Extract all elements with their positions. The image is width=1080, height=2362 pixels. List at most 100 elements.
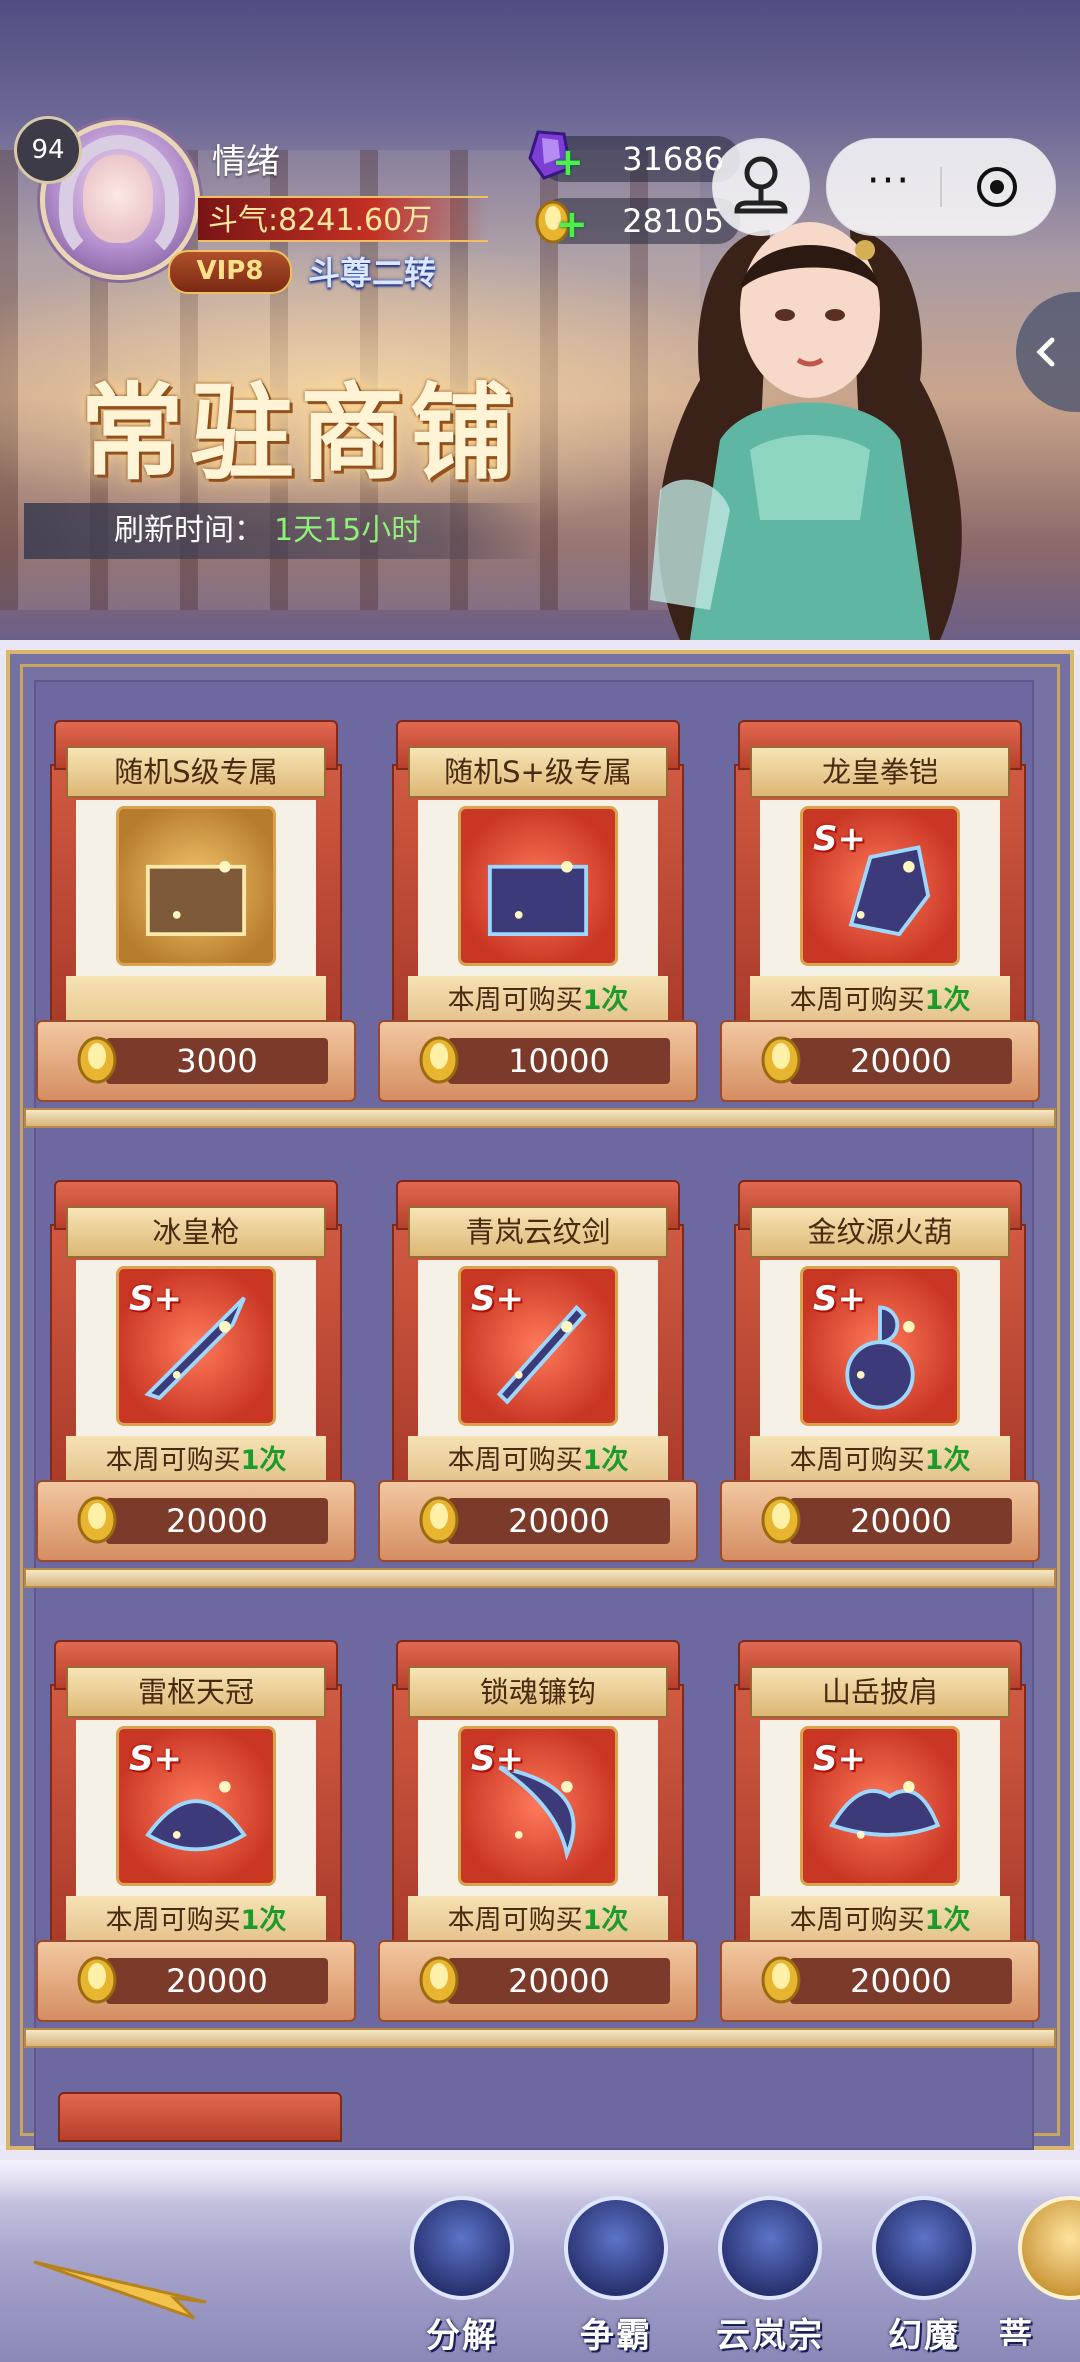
cultivation-rank: 斗尊二转 (308, 254, 437, 292)
limit-count: 1次 (582, 985, 629, 1016)
buy-button[interactable]: 20000 (106, 1498, 328, 1544)
golden-arrow-icon (33, 2260, 207, 2320)
shop-item-card[interactable]: 随机S+级专属 本周可购买1次 10000 (378, 720, 698, 1102)
limit-count: 1次 (582, 1905, 629, 1936)
limit-text: 本周可购买 (105, 1905, 241, 1936)
gold-ingot-icon (77, 1036, 117, 1084)
item-name: 山岳披肩 (750, 1666, 1010, 1718)
limit-count: 1次 (582, 1445, 629, 1476)
collapse-side-tab[interactable] (1016, 292, 1080, 412)
nav-phantom[interactable]: 幻魔 (854, 2196, 994, 2356)
sect-icon (718, 2196, 822, 2300)
item-name: 随机S级专属 (66, 746, 326, 798)
purchase-limit: 本周可购买1次 (750, 976, 1010, 1026)
add-gold-button[interactable]: + (556, 202, 588, 246)
cloud-decoration (0, 2160, 1080, 2200)
purchase-limit: 本周可购买1次 (750, 1896, 1010, 1946)
item-image[interactable]: S+ (800, 1726, 960, 1886)
bodhi-icon (1018, 2196, 1080, 2300)
item-name: 冰皇枪 (66, 1206, 326, 1258)
chevron-left-icon (1036, 337, 1055, 367)
add-crystal-button[interactable]: + (552, 140, 584, 184)
item-image[interactable]: S+ (800, 806, 960, 966)
buy-button[interactable]: 20000 (448, 1958, 670, 2004)
buy-button[interactable]: 20000 (790, 1038, 1012, 1084)
purchase-limit (66, 976, 326, 1026)
more-options-button[interactable]: ··· (849, 159, 929, 215)
shop-title: 常驻商铺 (80, 371, 521, 494)
trophy-icon (564, 2196, 668, 2300)
item-name: 雷枢天冠 (66, 1666, 326, 1718)
limit-count: 1次 (924, 985, 971, 1016)
purchase-limit: 本周可购买1次 (66, 1436, 326, 1486)
limit-text: 本周可购买 (447, 985, 583, 1016)
gold-ingot-icon (77, 1956, 117, 2004)
demon-icon (872, 2196, 976, 2300)
chest-icon (145, 860, 247, 937)
limit-count: 1次 (924, 1445, 971, 1476)
buy-button[interactable]: 20000 (448, 1498, 670, 1544)
grade-badge: S+ (471, 1739, 524, 1779)
nav-contest[interactable]: 争霸 (546, 2196, 686, 2356)
shop-item-card[interactable]: 锁魂镰钩 S+ 本周可购买1次 20000 (378, 1640, 698, 2022)
item-image[interactable]: S+ (800, 1266, 960, 1426)
vip-badge[interactable]: VIP8 (168, 250, 292, 294)
purchase-limit: 本周可购买1次 (408, 1896, 668, 1946)
item-image[interactable]: S+ (458, 1726, 618, 1886)
joystick-icon (734, 156, 788, 214)
nav-label: 云岚宗 (716, 2316, 824, 2356)
shop-item-card[interactable]: 龙皇拳铠 S+ 本周可购买1次 20000 (720, 720, 1040, 1102)
game-controller-button[interactable] (712, 138, 810, 236)
purchase-limit: 本周可购买1次 (408, 976, 668, 1026)
buy-button[interactable]: 20000 (790, 1958, 1012, 2004)
limit-count: 1次 (240, 1445, 287, 1476)
purchase-limit: 本周可购买1次 (750, 1436, 1010, 1486)
nav-decompose[interactable]: 分解 (392, 2196, 532, 2356)
decompose-icon (410, 2196, 514, 2300)
grade-badge: S+ (813, 1739, 866, 1779)
capsule-divider (940, 167, 942, 207)
shop-item-card[interactable]: 山岳披肩 S+ 本周可购买1次 20000 (720, 1640, 1040, 2022)
item-name: 青岚云纹剑 (408, 1206, 668, 1258)
purchase-limit: 本周可购买1次 (66, 1896, 326, 1946)
nav-label: 分解 (426, 2316, 498, 2356)
item-image[interactable]: S+ (116, 1266, 276, 1426)
buy-button[interactable]: 3000 (106, 1038, 328, 1084)
limit-text: 本周可购买 (789, 1905, 925, 1936)
buy-button[interactable]: 20000 (106, 1958, 328, 2004)
bottom-nav-bar: 分解 争霸 云岚宗 幻魔 菩 (0, 2160, 1080, 2362)
buy-button[interactable]: 10000 (448, 1038, 670, 1084)
grade-badge: S+ (129, 1279, 182, 1319)
item-image[interactable]: S+ (116, 1726, 276, 1886)
grade-badge: S+ (813, 819, 866, 859)
limit-text: 本周可购买 (447, 1445, 583, 1476)
buy-button[interactable]: 20000 (790, 1498, 1012, 1544)
close-miniprogram-icon[interactable] (975, 165, 1019, 209)
item-image[interactable]: S+ (458, 1266, 618, 1426)
combat-power: 斗气:8241.60万 (198, 196, 488, 242)
item-image[interactable] (458, 806, 618, 966)
item-name: 龙皇拳铠 (750, 746, 1010, 798)
player-level-badge: 94 (14, 116, 82, 184)
limit-text: 本周可购买 (105, 1445, 241, 1476)
limit-text: 本周可购买 (447, 1905, 583, 1936)
nav-bodhi[interactable]: 菩 (1000, 2196, 1080, 2346)
shop-item-card[interactable]: 金纹源火葫 S+ 本周可购买1次 20000 (720, 1180, 1040, 1562)
shelf-divider (24, 2028, 1056, 2048)
nav-label: 争霸 (580, 2316, 652, 2356)
item-image[interactable] (116, 806, 276, 966)
gold-ingot-icon (419, 1496, 459, 1544)
gold-ingot-icon (761, 1956, 801, 2004)
limit-count: 1次 (924, 1905, 971, 1936)
gold-ingot-icon (419, 1036, 459, 1084)
shop-item-card[interactable]: 冰皇枪 S+ 本周可购买1次 20000 (36, 1180, 356, 1562)
shop-item-card[interactable]: 青岚云纹剑 S+ 本周可购买1次 20000 (378, 1180, 698, 1562)
player-name: 情绪 (212, 142, 280, 182)
gold-ingot-icon (761, 1496, 801, 1544)
nav-label: 幻魔 (888, 2316, 960, 2356)
shop-panel: 随机S级专属 3000 随机S+级专属 本周可购买1次 10000 龙皇拳铠 S+ 本周可购买… (0, 640, 1080, 2160)
nav-sect[interactable]: 云岚宗 (700, 2196, 840, 2356)
shop-item-card[interactable]: 雷枢天冠 S+ 本周可购买1次 20000 (36, 1640, 356, 2022)
shop-item-card[interactable]: 随机S级专属 3000 (36, 720, 356, 1102)
item-name: 随机S+级专属 (408, 746, 668, 798)
